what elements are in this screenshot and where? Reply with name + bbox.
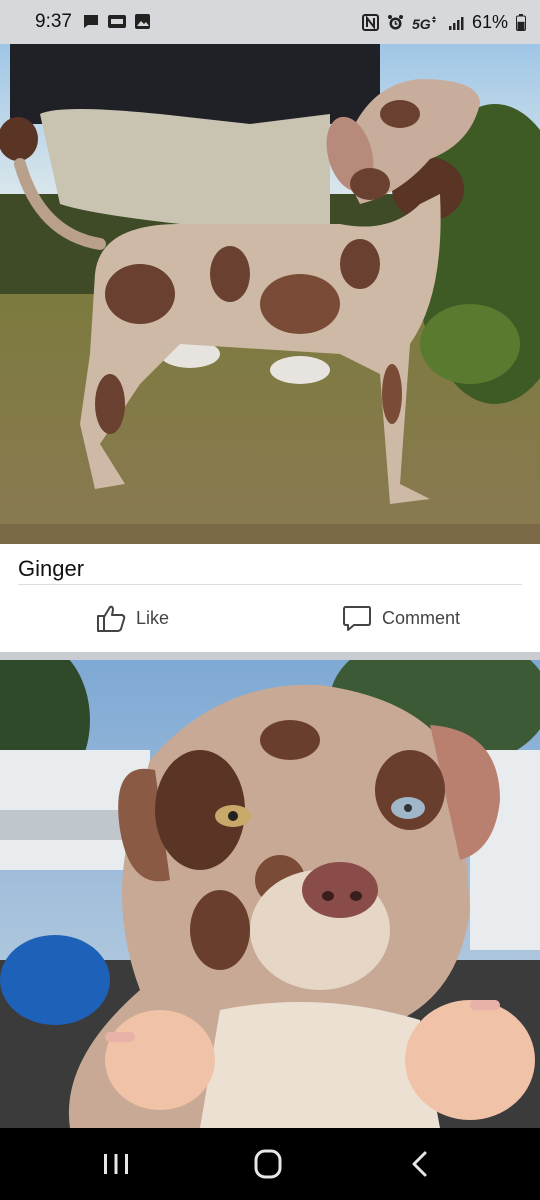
post-photo-puppy-standing[interactable] — [0, 44, 540, 544]
nfc-icon — [361, 14, 379, 31]
gallery-icon — [134, 13, 151, 30]
back-icon — [400, 1148, 440, 1180]
post-card: Ginger Like Comment — [0, 544, 540, 652]
system-navigation-bar — [0, 1128, 540, 1200]
signal-bars-icon — [448, 15, 464, 31]
comment-label: Comment — [382, 607, 461, 628]
recents-icon — [96, 1148, 136, 1180]
status-bar: 9:37 5G 61% — [0, 0, 540, 44]
puppy-standing-image — [0, 44, 540, 544]
home-button[interactable] — [248, 1148, 288, 1180]
status-time: 9:37 — [35, 11, 72, 32]
message-icon — [82, 13, 100, 30]
voicemail-icon — [107, 13, 127, 30]
puppy-face-image — [0, 660, 540, 1128]
like-button[interactable]: Like — [96, 602, 169, 634]
recents-button[interactable] — [96, 1148, 136, 1180]
post-photo-puppy-face[interactable] — [0, 660, 540, 1128]
battery-percent: 61% — [471, 12, 508, 32]
status-right-icons: 5G 61% — [361, 12, 526, 33]
post-divider — [18, 584, 522, 585]
post-caption: Ginger — [18, 556, 85, 581]
post-separator — [0, 652, 540, 660]
svg-text:5G: 5G — [412, 16, 431, 31]
home-icon — [248, 1148, 288, 1180]
status-left-icons — [82, 13, 151, 30]
thumbs-up-icon — [96, 603, 126, 633]
comment-button[interactable]: Comment — [342, 602, 460, 634]
like-label: Like — [136, 607, 170, 628]
comment-bubble-icon — [342, 603, 372, 633]
alarm-icon — [387, 14, 404, 31]
5g-signal-icon: 5G — [412, 14, 440, 31]
battery-icon — [516, 14, 526, 31]
back-button[interactable] — [400, 1148, 440, 1180]
